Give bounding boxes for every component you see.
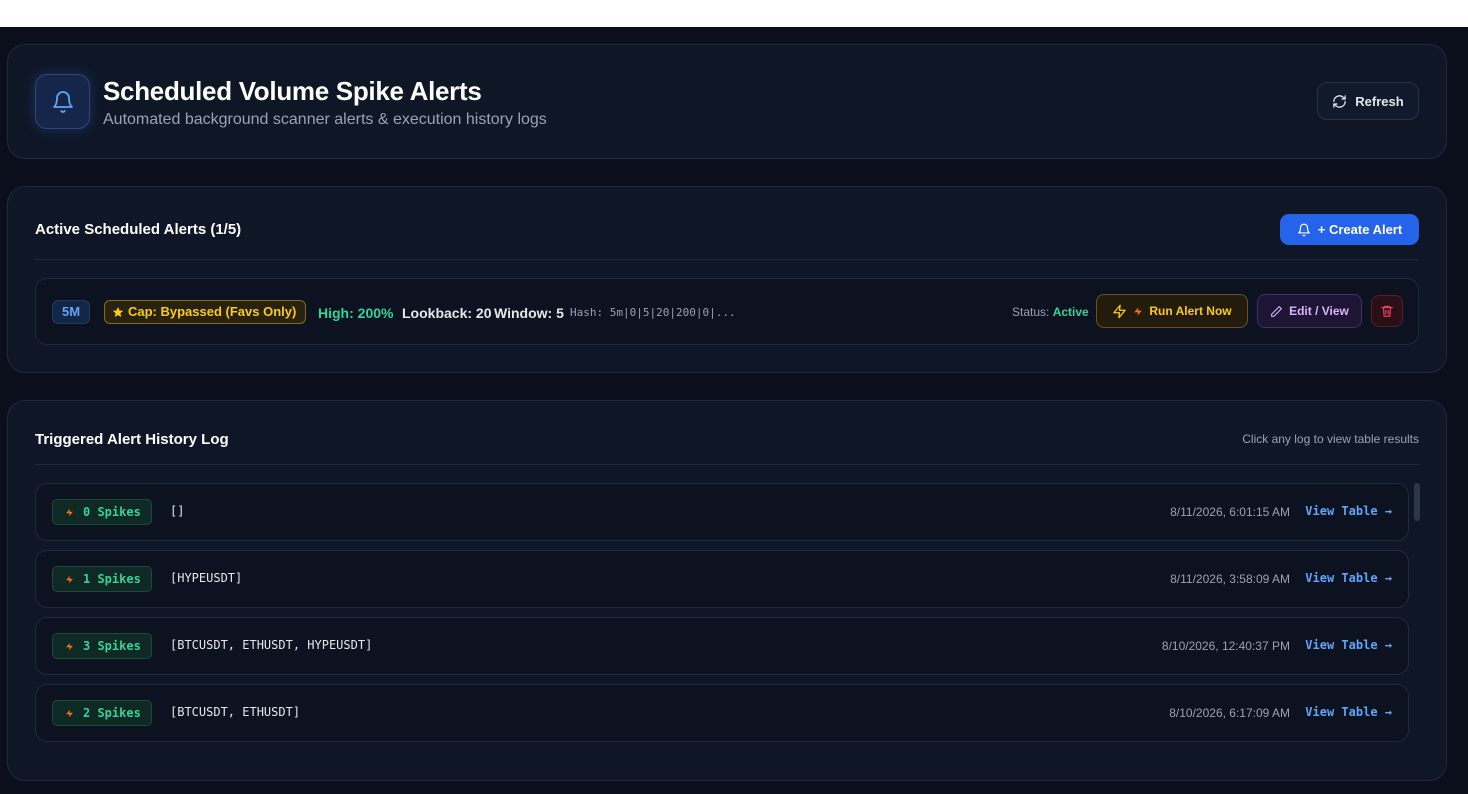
delete-alert-button[interactable] (1371, 295, 1403, 327)
bell-icon (52, 90, 73, 113)
zap-outline-icon (1113, 304, 1127, 318)
lightning-icon (66, 575, 73, 583)
edit-view-label: Edit / View (1289, 304, 1349, 318)
log-item[interactable]: 0 Spikes [] 8/11/2026, 6:01:15 AM View T… (35, 483, 1409, 541)
history-card: Triggered Alert History Log Click any lo… (7, 400, 1447, 781)
page: Scheduled Volume Spike Alerts Automated … (0, 27, 1468, 794)
run-alert-label: Run Alert Now (1149, 304, 1232, 318)
status-label: Status: (1012, 305, 1050, 319)
log-symbols: [BTCUSDT, ETHUSDT] (170, 705, 301, 719)
log-item[interactable]: 1 Spikes [HYPEUSDT] 8/11/2026, 3:58:09 A… (35, 550, 1409, 608)
view-table-link[interactable]: View Table → (1305, 705, 1392, 719)
active-alerts-divider (35, 259, 1419, 260)
alert-hash: Hash: 5m|0|5|20|200|0|... (570, 306, 736, 319)
lookback-value: Lookback: 20 (402, 305, 492, 321)
window-value: Window: 5 (494, 305, 564, 321)
spike-badge: 0 Spikes (52, 499, 152, 525)
spike-badge: 2 Spikes (52, 700, 152, 726)
alert-status: Status: Active (1012, 305, 1089, 319)
history-log-list[interactable]: 0 Spikes [] 8/11/2026, 6:01:15 AM View T… (35, 483, 1421, 751)
refresh-button-label: Refresh (1355, 93, 1404, 109)
spike-count: 1 Spikes (83, 572, 141, 586)
active-alerts-title: Active Scheduled Alerts (1/5) (35, 221, 242, 238)
log-symbols: [] (170, 504, 185, 518)
browser-top-strip (0, 0, 1468, 27)
lightning-icon (66, 709, 73, 717)
history-divider (35, 464, 1419, 465)
log-timestamp: 8/11/2026, 6:01:15 AM (1170, 505, 1290, 519)
star-icon (112, 307, 124, 317)
log-item[interactable]: 2 Spikes [BTCUSDT, ETHUSDT] 8/10/2026, 6… (35, 684, 1409, 742)
alert-row: 5M Cap: Bypassed (Favs Only) High: 200% … (35, 278, 1419, 345)
log-symbols: [BTCUSDT, ETHUSDT, HYPEUSDT] (170, 638, 373, 652)
view-table-link[interactable]: View Table → (1305, 571, 1392, 585)
status-value: Active (1052, 305, 1089, 319)
history-scrollbar-thumb[interactable] (1414, 483, 1420, 521)
log-timestamp: 8/11/2026, 3:58:09 AM (1170, 572, 1290, 586)
log-symbols: [HYPEUSDT] (170, 571, 243, 585)
spike-badge: 1 Spikes (52, 566, 152, 592)
spike-count: 3 Spikes (83, 639, 141, 653)
refresh-button[interactable]: Refresh (1317, 82, 1419, 120)
create-alert-button[interactable]: + Create Alert (1280, 214, 1419, 245)
page-subtitle: Automated background scanner alerts & ex… (103, 111, 547, 128)
pencil-icon (1271, 305, 1283, 317)
edit-view-button[interactable]: Edit / View (1257, 294, 1362, 328)
bell-plus-icon (1297, 223, 1310, 236)
lightning-icon (66, 642, 73, 650)
header-bell-badge (35, 74, 90, 129)
lightning-icon (66, 508, 73, 516)
spike-count: 2 Spikes (83, 706, 141, 720)
log-item[interactable]: 3 Spikes [BTCUSDT, ETHUSDT, HYPEUSDT] 8/… (35, 617, 1409, 675)
cap-badge-label: Cap: Bypassed (Favs Only) (128, 304, 297, 319)
trash-icon (1381, 305, 1393, 317)
header-card: Scheduled Volume Spike Alerts Automated … (7, 44, 1447, 159)
timeframe-badge: 5M (52, 300, 91, 324)
history-hint: Click any log to view table results (1242, 432, 1419, 446)
spike-badge: 3 Spikes (52, 633, 152, 659)
page-title: Scheduled Volume Spike Alerts (103, 76, 482, 106)
history-title: Triggered Alert History Log (35, 431, 229, 448)
cap-badge: Cap: Bypassed (Favs Only) (104, 300, 307, 324)
high-threshold: High: 200% (318, 305, 394, 321)
log-timestamp: 8/10/2026, 12:40:37 PM (1161, 639, 1290, 653)
log-timestamp: 8/10/2026, 6:17:09 AM (1169, 706, 1290, 720)
history-scrollbar[interactable] (1413, 483, 1421, 751)
lightning-icon (1134, 306, 1143, 316)
view-table-link[interactable]: View Table → (1305, 638, 1392, 652)
refresh-icon (1333, 94, 1347, 108)
create-alert-label: + Create Alert (1317, 222, 1403, 237)
spike-count: 0 Spikes (83, 505, 141, 519)
active-alerts-card: Active Scheduled Alerts (1/5) + Create A… (7, 186, 1447, 373)
view-table-link[interactable]: View Table → (1305, 504, 1392, 518)
run-alert-now-button[interactable]: Run Alert Now (1096, 294, 1248, 328)
